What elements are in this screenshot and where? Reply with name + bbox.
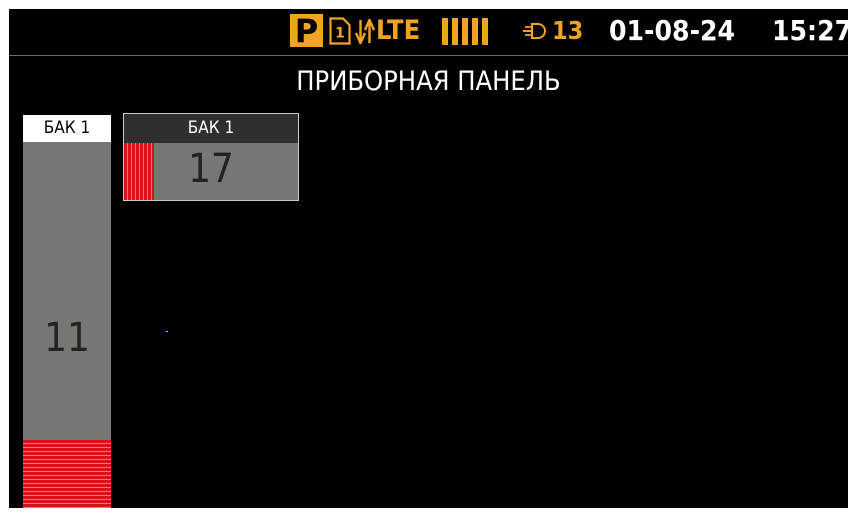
signal-bar [442,18,448,45]
screen-bezel: P 1 LTE 13 01-08-24 15:27 ПРИБОРНАЯ ПАНЕ… [0,0,857,517]
status-bar: P 1 LTE 13 01-08-24 15:27 [9,9,848,55]
data-transfer-arrows-icon [354,18,376,45]
gauge-level-fill [23,440,111,508]
page-title: ПРИБОРНАЯ ПАНЕЛЬ [296,66,561,97]
gauge-body: 11 [23,142,111,508]
gauge-label: БАК 1 [23,115,111,142]
sim-card-icon: 1 [329,17,351,45]
tank-gauge-vertical[interactable]: БАК 1 11 [23,115,111,508]
signal-bars-icon [442,18,488,45]
gauge-label: БАК 1 [124,114,298,143]
signal-bar [472,18,478,45]
signal-bar [452,18,458,45]
park-mode-icon: P [290,14,323,48]
stray-pixel [166,331,168,332]
gauge-body: 17 [124,143,298,200]
gauge-value: 17 [188,146,234,192]
status-divider [9,55,848,56]
signal-bar [462,18,468,45]
plug-icon [523,23,546,39]
sim-slot-number: 1 [335,26,345,42]
display: P 1 LTE 13 01-08-24 15:27 ПРИБОРНАЯ ПАНЕ… [9,9,848,508]
signal-bar [482,18,488,45]
connection-count: 13 [552,16,584,45]
tank-gauge-horizontal[interactable]: БАК 1 17 [123,113,299,201]
date-display: 01-08-24 [609,14,736,47]
gauge-value: 11 [44,315,90,361]
time-display: 15:27 [772,14,848,47]
network-type-label: LTE [376,15,421,46]
